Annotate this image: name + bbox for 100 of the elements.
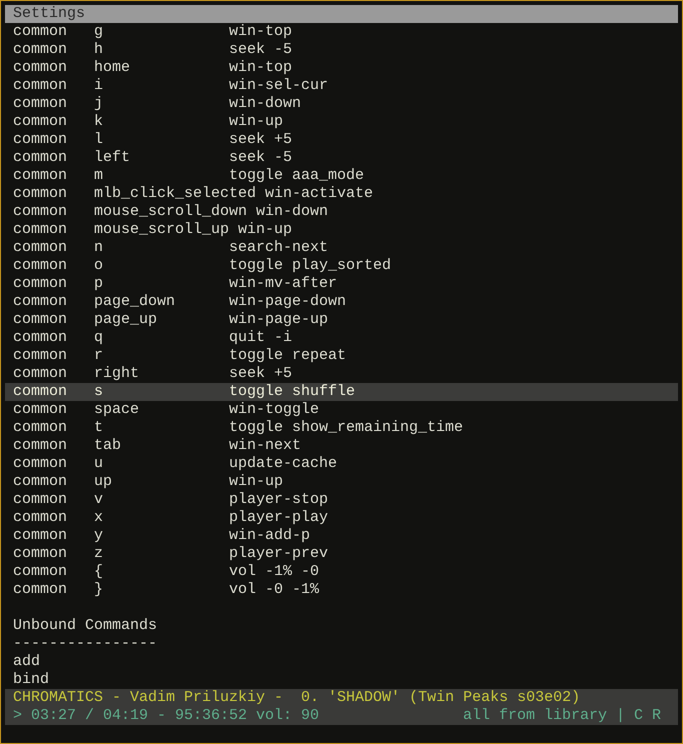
binding-row[interactable]: common z player-prev bbox=[5, 545, 678, 563]
binding-row[interactable]: common v player-stop bbox=[5, 491, 678, 509]
playback-position: > 03:27 / 04:19 - 95:36:52 vol: 90 bbox=[13, 707, 320, 725]
command-cell: toggle play_sorted bbox=[229, 257, 392, 275]
command-cell: seek -5 bbox=[229, 149, 292, 167]
context-cell-text: common bbox=[13, 149, 68, 167]
binding-row[interactable]: common m toggle aaa_mode bbox=[5, 167, 678, 185]
binding-row[interactable]: common } vol -0 -1% bbox=[5, 581, 678, 599]
binding-row[interactable]: common r toggle repeat bbox=[5, 347, 678, 365]
command-cell: player-play bbox=[229, 509, 328, 527]
command-cell: toggle repeat bbox=[229, 347, 346, 365]
command-cell: win-up bbox=[229, 473, 284, 491]
context-cell-text: common bbox=[13, 293, 68, 311]
key-cell-text: home bbox=[94, 59, 132, 77]
context-cell-text: common bbox=[13, 59, 68, 77]
command-cell: toggle show_remaining_time bbox=[229, 419, 464, 437]
command-cell: win-page-down bbox=[229, 293, 346, 311]
key-cell-text: space bbox=[94, 401, 140, 419]
key-cell-text: l bbox=[94, 131, 104, 149]
binding-row[interactable]: common { vol -1% -0 bbox=[5, 563, 678, 581]
command-cell: seek -5 bbox=[229, 41, 292, 59]
key-cell-text: up bbox=[94, 473, 114, 491]
key-cell: mouse_scroll_down bbox=[94, 203, 248, 221]
context-cell-text: common bbox=[13, 509, 68, 527]
binding-row[interactable]: common s toggle shuffle bbox=[5, 383, 678, 401]
command-cell: seek +5 bbox=[229, 365, 292, 383]
context-cell-text: common bbox=[13, 437, 68, 455]
key-cell-text: t bbox=[94, 419, 104, 437]
key-cell-text: u bbox=[94, 455, 104, 473]
binding-row[interactable]: common t toggle show_remaining_time bbox=[5, 419, 678, 437]
key-cell-text: m bbox=[94, 167, 104, 185]
binding-row[interactable]: common mouse_scroll_up win-up bbox=[5, 221, 678, 239]
context-cell-text: common bbox=[13, 563, 68, 581]
binding-row[interactable]: common j win-down bbox=[5, 95, 678, 113]
context-cell-text: common bbox=[13, 527, 68, 545]
binding-row[interactable]: common up win-up bbox=[5, 473, 678, 491]
context-cell-text: common bbox=[13, 491, 68, 509]
context-cell-text: common bbox=[13, 311, 68, 329]
context-cell-text: common bbox=[13, 581, 68, 599]
command-cell: win-top bbox=[229, 59, 292, 77]
binding-row[interactable]: common mouse_scroll_down win-down bbox=[5, 203, 678, 221]
binding-row[interactable]: common p win-mv-after bbox=[5, 275, 678, 293]
key-cell-text: page_down bbox=[94, 293, 176, 311]
binding-row[interactable]: common g win-top bbox=[5, 23, 678, 41]
key-cell-text: } bbox=[94, 581, 104, 599]
binding-row[interactable]: common home win-top bbox=[5, 59, 678, 77]
binding-row[interactable]: common n search-next bbox=[5, 239, 678, 257]
key-cell-text: g bbox=[94, 23, 104, 41]
binding-row[interactable]: common page_up win-page-up bbox=[5, 311, 678, 329]
command-cell: win-sel-cur bbox=[229, 77, 328, 95]
key-cell-text: x bbox=[94, 509, 104, 527]
context-cell-text: common bbox=[13, 185, 68, 203]
binding-row[interactable]: common i win-sel-cur bbox=[5, 77, 678, 95]
command-cell: update-cache bbox=[229, 455, 338, 473]
binding-row[interactable]: common u update-cache bbox=[5, 455, 678, 473]
section-heading: Unbound Commands bbox=[13, 617, 158, 635]
key-cell-text: r bbox=[94, 347, 104, 365]
binding-row[interactable]: common page_down win-page-down bbox=[5, 293, 678, 311]
context-cell-text: common bbox=[13, 275, 68, 293]
key-cell-text: j bbox=[94, 95, 104, 113]
command-cell: win-down bbox=[256, 203, 328, 221]
binding-row[interactable]: common h seek -5 bbox=[5, 41, 678, 59]
command-cell: seek +5 bbox=[229, 131, 292, 149]
dashed-rule: ---------------- bbox=[13, 635, 158, 653]
key-cell-text: q bbox=[94, 329, 104, 347]
binding-row[interactable]: common right seek +5 bbox=[5, 365, 678, 383]
key-cell-text: h bbox=[94, 41, 104, 59]
command-cell: win-page-up bbox=[229, 311, 328, 329]
command-cell: vol -0 -1% bbox=[229, 581, 320, 599]
context-cell-text: common bbox=[13, 221, 68, 239]
command-cell: win-up bbox=[238, 221, 292, 239]
command-cell: search-next bbox=[229, 239, 328, 257]
key-cell-text: s bbox=[94, 383, 104, 401]
command-cell: win-down bbox=[229, 95, 302, 113]
context-cell-text: common bbox=[13, 203, 68, 221]
binding-row[interactable]: common k win-up bbox=[5, 113, 678, 131]
command-cell: player-prev bbox=[229, 545, 328, 563]
binding-row[interactable]: common y win-add-p bbox=[5, 527, 678, 545]
context-cell-text: common bbox=[13, 131, 68, 149]
binding-row[interactable]: common o toggle play_sorted bbox=[5, 257, 678, 275]
command-cell: win-top bbox=[229, 23, 292, 41]
context-cell-text: common bbox=[13, 239, 68, 257]
window-title: Settings bbox=[13, 5, 86, 22]
key-cell-text: p bbox=[94, 275, 104, 293]
binding-row[interactable]: common left seek -5 bbox=[5, 149, 678, 167]
command-cell: vol -1% -0 bbox=[229, 563, 320, 581]
binding-row[interactable]: common l seek +5 bbox=[5, 131, 678, 149]
binding-row[interactable]: common q quit -i bbox=[5, 329, 678, 347]
binding-row[interactable]: common x player-play bbox=[5, 509, 678, 527]
key-cell-text: v bbox=[94, 491, 104, 509]
context-cell-text: common bbox=[13, 347, 68, 365]
binding-row[interactable]: common tab win-next bbox=[5, 437, 678, 455]
key-cell-text: { bbox=[94, 563, 104, 581]
unbound-command: bind bbox=[13, 671, 50, 689]
play-mode: all from library | C R bbox=[462, 707, 661, 725]
context-cell-text: common bbox=[13, 113, 68, 131]
binding-row[interactable]: common space win-toggle bbox=[5, 401, 678, 419]
context-cell-text: common bbox=[13, 545, 68, 563]
command-cell: player-stop bbox=[229, 491, 328, 509]
binding-row[interactable]: common mlb_click_selected win-activate bbox=[5, 185, 678, 203]
